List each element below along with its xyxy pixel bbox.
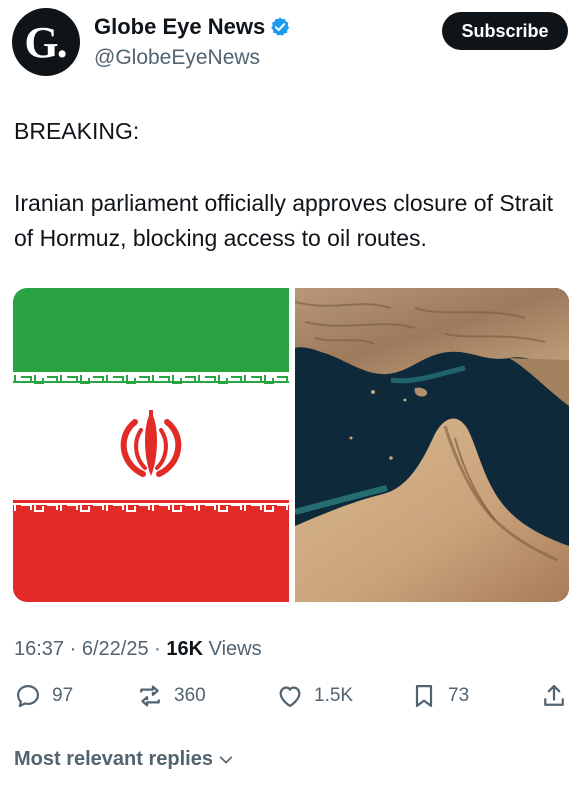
reply-count: 97 — [52, 685, 74, 706]
repost-count: 360 — [174, 685, 206, 706]
account-name-row[interactable]: Globe Eye News — [94, 14, 291, 40]
share-icon — [544, 684, 564, 706]
iran-flag-image[interactable] — [13, 288, 289, 602]
post-header: G. Globe Eye News @GlobeEyeNews Subscrib… — [12, 8, 570, 78]
replies-sort-dropdown[interactable]: Most relevant replies — [14, 748, 235, 771]
flag-emblem-icon — [120, 410, 182, 477]
views-count: 16K — [166, 638, 204, 660]
views-label: Views — [208, 638, 262, 660]
bookmark-icon — [415, 684, 433, 708]
post-media[interactable] — [13, 288, 569, 602]
account-handle[interactable]: @GlobeEyeNews — [94, 46, 260, 70]
post-time[interactable]: 16:37 — [14, 638, 64, 660]
post-text: Iranian parliament officially approves c… — [14, 190, 554, 251]
avatar[interactable]: G. — [12, 8, 80, 76]
satellite-map-svg — [295, 288, 569, 602]
flag-takbir-band-top — [13, 372, 289, 386]
post-actions: 97 360 1.5K 73 — [14, 682, 570, 718]
like-button[interactable]: 1.5K — [276, 682, 353, 710]
reply-button[interactable]: 97 — [14, 682, 73, 710]
bookmark-button[interactable]: 73 — [410, 682, 469, 710]
account-name[interactable]: Globe Eye News — [94, 14, 265, 40]
repost-icon — [140, 685, 160, 707]
flag-takbir-band-bottom — [13, 500, 289, 514]
heart-icon — [279, 686, 301, 708]
reply-icon — [16, 684, 40, 708]
chevron-down-icon — [219, 756, 233, 763]
strait-of-hormuz-satellite-image[interactable] — [295, 288, 569, 602]
repost-button[interactable]: 360 — [136, 682, 206, 710]
post-date[interactable]: 6/22/25 — [82, 638, 149, 660]
like-count: 1.5K — [314, 685, 354, 706]
replies-sort-label: Most relevant replies — [14, 748, 213, 770]
post-heading: BREAKING: — [14, 118, 140, 144]
flag-red-stripe — [13, 502, 289, 602]
avatar-letter: G — [24, 17, 59, 67]
subscribe-button[interactable]: Subscribe — [442, 12, 568, 50]
verified-badge-icon — [271, 17, 290, 36]
share-button[interactable] — [540, 682, 578, 710]
post-meta: 16:37 · 6/22/25 · 16K Views — [14, 638, 262, 660]
flag-green-stripe — [13, 288, 289, 376]
bookmark-count: 73 — [448, 685, 470, 706]
